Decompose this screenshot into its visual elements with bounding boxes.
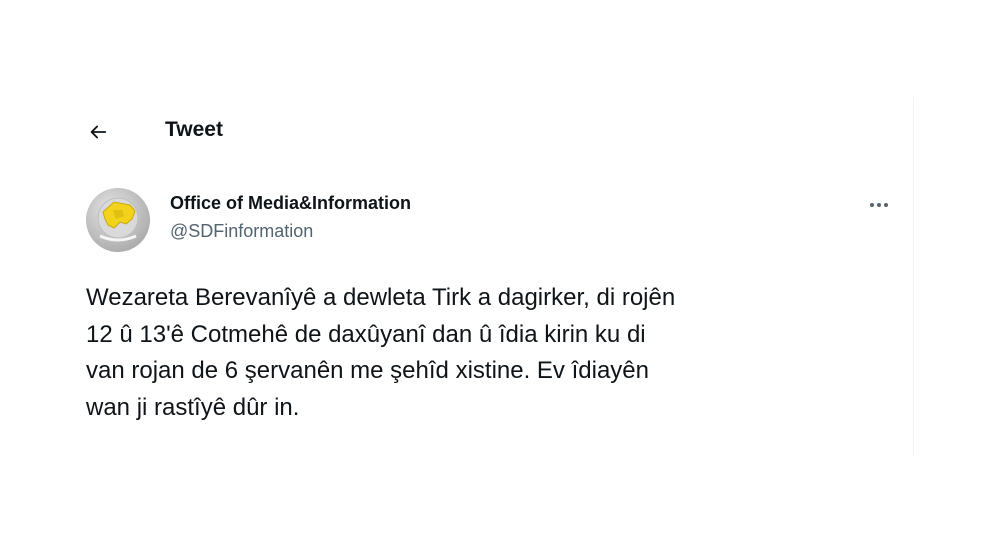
author-handle[interactable]: @SDFinformation: [170, 220, 411, 242]
arrow-left-icon: [90, 125, 107, 139]
more-options-button[interactable]: [862, 193, 896, 217]
tweet-author[interactable]: Office of Media&Information @SDFinformat…: [170, 192, 411, 242]
more-dots-icon: [877, 203, 881, 207]
tweet-text: Wezareta Berevanîyê a dewleta Tirk a dag…: [86, 284, 676, 421]
author-name[interactable]: Office of Media&Information: [170, 192, 411, 214]
more-dots-icon: [870, 203, 874, 207]
avatar[interactable]: [86, 188, 150, 252]
more-dots-icon: [884, 203, 888, 207]
timeline-divider: [913, 97, 914, 457]
sdf-logo-icon: [86, 188, 150, 252]
back-button[interactable]: [80, 114, 116, 150]
tweet-header: Tweet: [80, 112, 223, 152]
page-title: Tweet: [165, 118, 223, 141]
